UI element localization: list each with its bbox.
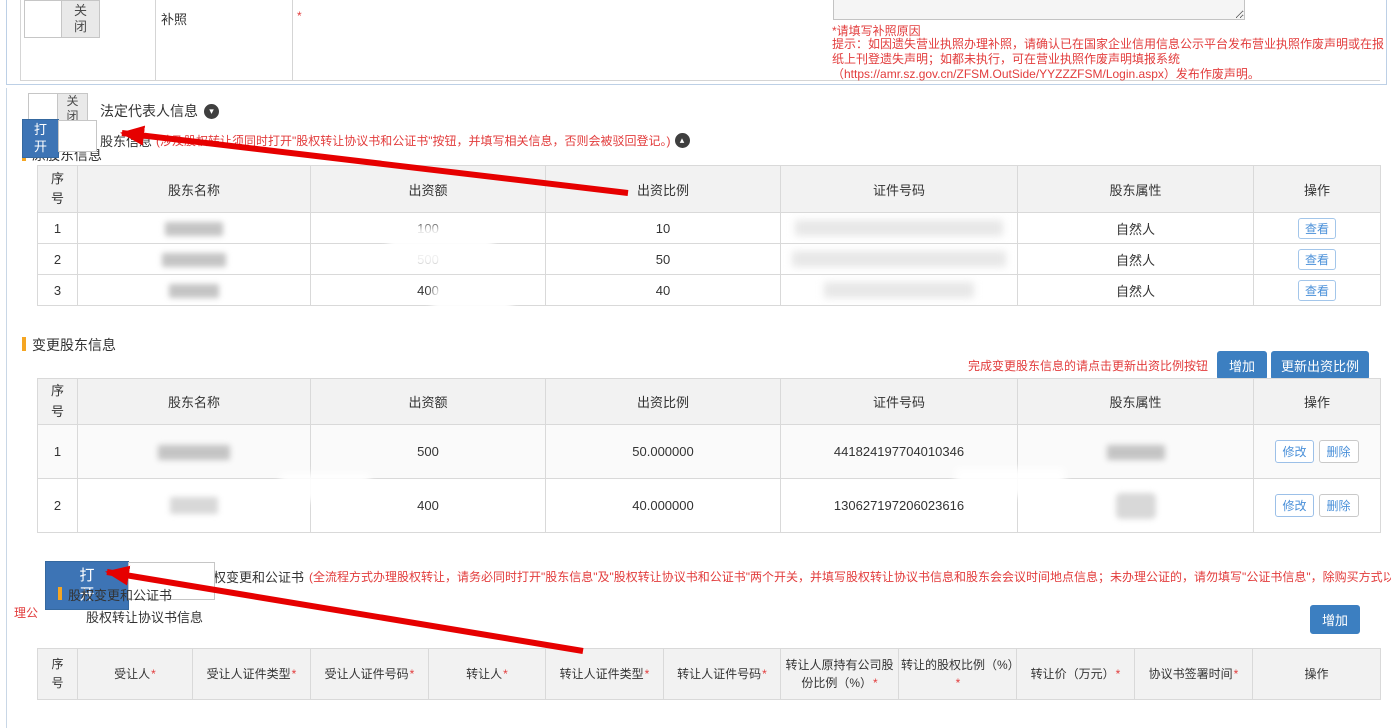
redacted-id [792, 251, 1006, 267]
col-type: 股东属性 [1018, 166, 1254, 213]
section-bar [58, 587, 62, 600]
shareholder-section-row: 股东信息 (涉及股权转让须同时打开"股权转让协议书和公证书"按钮，并填写相关信息… [100, 131, 690, 150]
table-row: 3 400 40 自然人 查看 [38, 275, 1381, 306]
blur-artifact [388, 226, 493, 268]
col-transferee-id-type: 受让人证件类型* [193, 649, 311, 700]
col-sign-date: 协议书签署时间* [1135, 649, 1253, 700]
blur-artifact [280, 473, 370, 501]
changed-shareholders-title: 变更股东信息 [32, 335, 116, 355]
col-no: 序号 [51, 655, 65, 692]
col-actions: 操作 [1253, 649, 1381, 700]
legal-rep-title: 法定代表人信息 [100, 101, 198, 121]
edit-button[interactable]: 修改 [1275, 440, 1313, 463]
reissue-reason-textarea[interactable] [833, 0, 1245, 20]
equity-title: 股权变更和公证书 [200, 567, 304, 586]
chevron-up-icon[interactable]: ▴ [675, 133, 690, 148]
col-amount: 出资额 [311, 379, 546, 425]
redacted-type [1107, 445, 1165, 460]
view-button[interactable]: 查看 [1298, 280, 1336, 301]
table-row: 1 500 50.000000 441824197704010346 修改删除 [38, 425, 1381, 479]
view-button[interactable]: 查看 [1298, 249, 1336, 270]
equity-note-wrap: 理公 [14, 604, 38, 621]
col-shareholder-name: 股东名称 [78, 166, 311, 213]
table-header-row: 序号 股东名称 出资额 出资比例 证件号码 股东属性 操作 [38, 379, 1381, 425]
reissue-toggle[interactable]: 关闭 [61, 0, 100, 38]
shareholder-note: (涉及股权转让须同时打开"股权转让协议书和公证书"按钮，并填写相关信息，否则会被… [156, 132, 671, 149]
col-id-number: 证件号码 [781, 379, 1018, 425]
redacted-type [1116, 493, 1156, 519]
redacted-name [169, 284, 219, 298]
update-ratio-hint: 完成变更股东信息的请点击更新出资比例按钮 [968, 357, 1208, 374]
equity-section-title: 股权变更和公证书 [68, 585, 172, 604]
col-no: 序号 [51, 169, 65, 209]
col-transferor-id-number: 转让人证件号码* [664, 649, 781, 700]
col-shareholder-name: 股东名称 [78, 379, 311, 425]
redacted-name [158, 445, 230, 460]
shareholder-toggle-knob[interactable] [58, 120, 97, 152]
transfer-agreement-table: 序号 受让人* 受让人证件类型* 受让人证件号码* 转让人* 转让人证件类型* … [37, 648, 1381, 700]
col-ratio: 出资比例 [546, 166, 781, 213]
table-row: 2 500 50 自然人 查看 [38, 244, 1381, 275]
col-transferor-id-type: 转让人证件类型* [546, 649, 664, 700]
changed-shareholders-table: 序号 股东名称 出资额 出资比例 证件号码 股东属性 操作 1 500 50.0… [37, 378, 1381, 533]
edit-button[interactable]: 修改 [1275, 494, 1313, 517]
equity-note: (全流程方式办理股权转让，请务必同时打开"股东信息"及"股权转让协议书和公证书"… [309, 568, 1391, 585]
redacted-name [170, 497, 218, 514]
col-ratio: 出资比例 [546, 379, 781, 425]
col-type: 股东属性 [1018, 379, 1254, 425]
col-transferee: 受让人* [78, 649, 193, 700]
equity-section-row: 股权变更和公证书 (全流程方式办理股权转让，请务必同时打开"股东信息"及"股权转… [200, 567, 1391, 586]
add-shareholder-button[interactable]: 增加 [1217, 351, 1267, 380]
view-button[interactable]: 查看 [1298, 218, 1336, 239]
table-header-row: 序号 股东名称 出资额 出资比例 证件号码 股东属性 操作 [38, 166, 1381, 213]
add-agreement-button[interactable]: 增加 [1310, 605, 1360, 634]
chevron-down-icon[interactable]: ▾ [204, 104, 219, 119]
table-row: 1 100 10 自然人 查看 [38, 213, 1381, 244]
col-amount: 出资额 [311, 166, 546, 213]
shareholder-title: 股东信息 [100, 131, 152, 150]
col-actions: 操作 [1254, 379, 1381, 425]
table-row: 2 400 40.000000 130627197206023616 修改删除 [38, 479, 1381, 533]
redacted-id [795, 220, 1003, 236]
col-actions: 操作 [1254, 166, 1381, 213]
redacted-id [824, 282, 974, 298]
table-header-row: 序号 受让人* 受让人证件类型* 受让人证件号码* 转让人* 转让人证件类型* … [38, 649, 1381, 700]
col-transfer-ratio: 转让的股权比例（%）* [899, 649, 1017, 700]
original-shareholders-table: 序号 股东名称 出资额 出资比例 证件号码 股东属性 操作 1 100 10 自… [37, 165, 1381, 306]
col-id-number: 证件号码 [781, 166, 1018, 213]
divider [292, 0, 293, 80]
redacted-name [165, 222, 223, 236]
section-bar [22, 337, 26, 351]
blur-artifact [432, 286, 512, 318]
legal-rep-section-row: 法定代表人信息 ▾ [100, 101, 219, 121]
col-transferee-id-number: 受让人证件号码* [311, 649, 429, 700]
col-transfer-price: 转让价（万元）* [1017, 649, 1135, 700]
redacted-name [162, 253, 226, 267]
required-mark: * [297, 9, 302, 23]
reissue-toggle-knob[interactable] [24, 0, 62, 38]
reissue-hint-body: 提示：如因遗失营业执照办理补照，请确认已在国家企业信用信息公示平台发布营业执照作… [832, 37, 1391, 82]
col-no: 序号 [51, 381, 65, 421]
registration-form-page: { "ui": { "required_mark": "*" }, "icons… [0, 0, 1391, 720]
divider [20, 0, 21, 80]
delete-button[interactable]: 删除 [1319, 440, 1359, 463]
update-ratio-button[interactable]: 更新出资比例 [1271, 351, 1369, 380]
delete-button[interactable]: 删除 [1319, 494, 1359, 517]
col-transferor: 转让人* [429, 649, 546, 700]
shareholder-toggle[interactable]: 打开 [22, 119, 59, 158]
col-original-share-ratio: 转让人原持有公司股份比例（%）* [781, 649, 899, 700]
blur-artifact [955, 468, 1065, 496]
reissue-field-label: 补照 [161, 9, 187, 28]
divider [155, 0, 156, 80]
